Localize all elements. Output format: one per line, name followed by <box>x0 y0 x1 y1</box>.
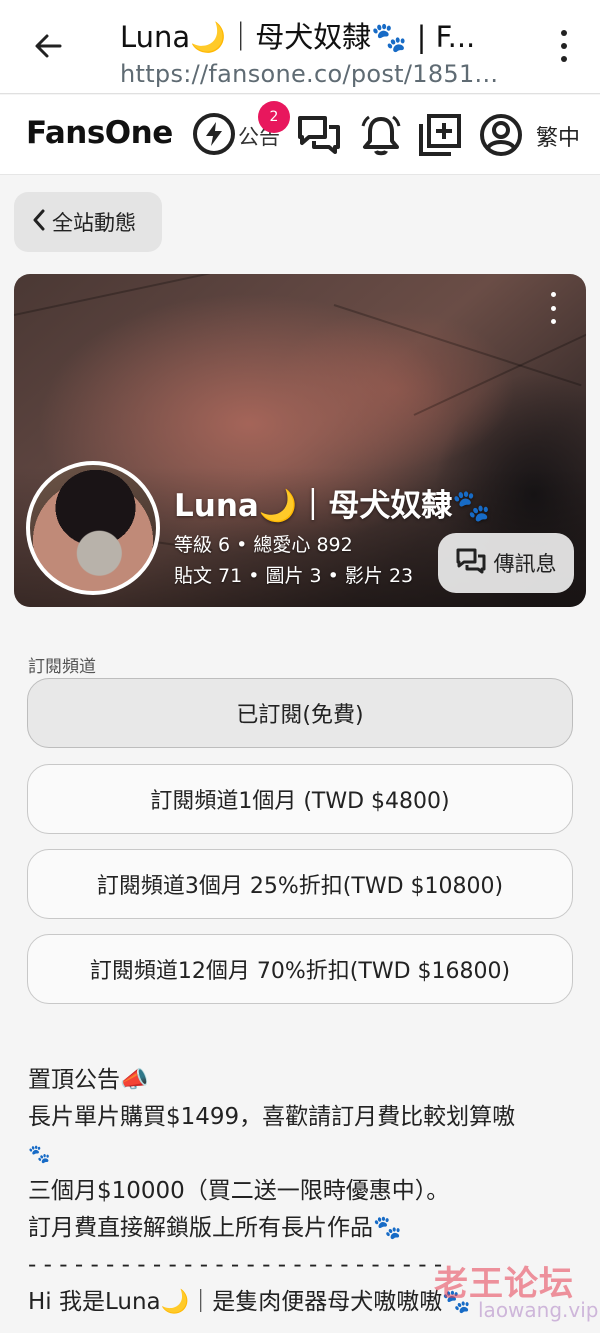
send-message-label: 傳訊息 <box>493 552 557 576</box>
watermark-domain: laowang.vip <box>478 1298 599 1322</box>
bell-icon[interactable] <box>358 112 404 158</box>
add-post-icon[interactable] <box>417 112 463 158</box>
site-logo[interactable]: FansOne <box>26 115 173 151</box>
cover-menu-icon[interactable] <box>544 292 562 324</box>
breadcrumb-label: 全站動態 <box>52 211 136 235</box>
subscribe-1-month-button[interactable]: 訂閱頻道1個月 (TWD $4800) <box>27 764 573 834</box>
profile-icon[interactable] <box>478 112 524 158</box>
notice-line: 訂月費直接解鎖版上所有長片作品🐾 <box>28 1215 402 1241</box>
language-selector[interactable]: 繁中 <box>536 120 580 152</box>
browser-toolbar: Luna🌙｜母犬奴隸🐾 | F... https://fansone.co/po… <box>0 0 600 94</box>
browser-menu-icon[interactable] <box>550 26 578 66</box>
notice-line: 長片單片購買$1499，喜歡請訂月費比較划算嗷 <box>28 1104 516 1130</box>
back-arrow-icon[interactable] <box>28 24 68 68</box>
subscribe-12-months-button[interactable]: 訂閱頻道12個月 70%折扣(TWD $16800) <box>27 934 573 1004</box>
notice-heading: 置頂公告📣 <box>28 1067 149 1093</box>
bolt-icon[interactable] <box>193 113 235 155</box>
back-to-feed-button[interactable]: 全站動態 <box>14 192 162 252</box>
avatar[interactable] <box>26 461 160 595</box>
creator-stats-level: 等級 6 • 總愛心 892 <box>174 534 353 556</box>
chat-icon <box>456 548 486 579</box>
chevron-left-icon <box>32 209 46 236</box>
creator-stats-posts: 貼文 71 • 圖片 3 • 影片 23 <box>174 565 414 587</box>
notice-line: 三個月$10000（買二送一限時優惠中）。 <box>28 1178 450 1204</box>
creator-name[interactable]: Luna🌙｜母犬奴隸🐾 <box>174 480 491 525</box>
url-bar[interactable]: https://fansone.co/post/1851... <box>120 60 520 88</box>
notice-line: 🐾 <box>28 1144 51 1165</box>
page-title: Luna🌙｜母犬奴隸🐾 | F... <box>120 20 476 54</box>
subscribe-3-months-button[interactable]: 訂閱頻道3個月 25%折扣(TWD $10800) <box>27 849 573 919</box>
messages-icon[interactable] <box>296 112 342 158</box>
subscription-section-label: 訂閱頻道 <box>28 657 96 677</box>
send-message-button[interactable]: 傳訊息 <box>438 533 574 593</box>
notification-badge: 2 <box>258 101 290 133</box>
subscribed-free-button[interactable]: 已訂閱(免費) <box>27 678 573 748</box>
site-header: FansOne 公告 2 繁中 <box>0 95 600 175</box>
